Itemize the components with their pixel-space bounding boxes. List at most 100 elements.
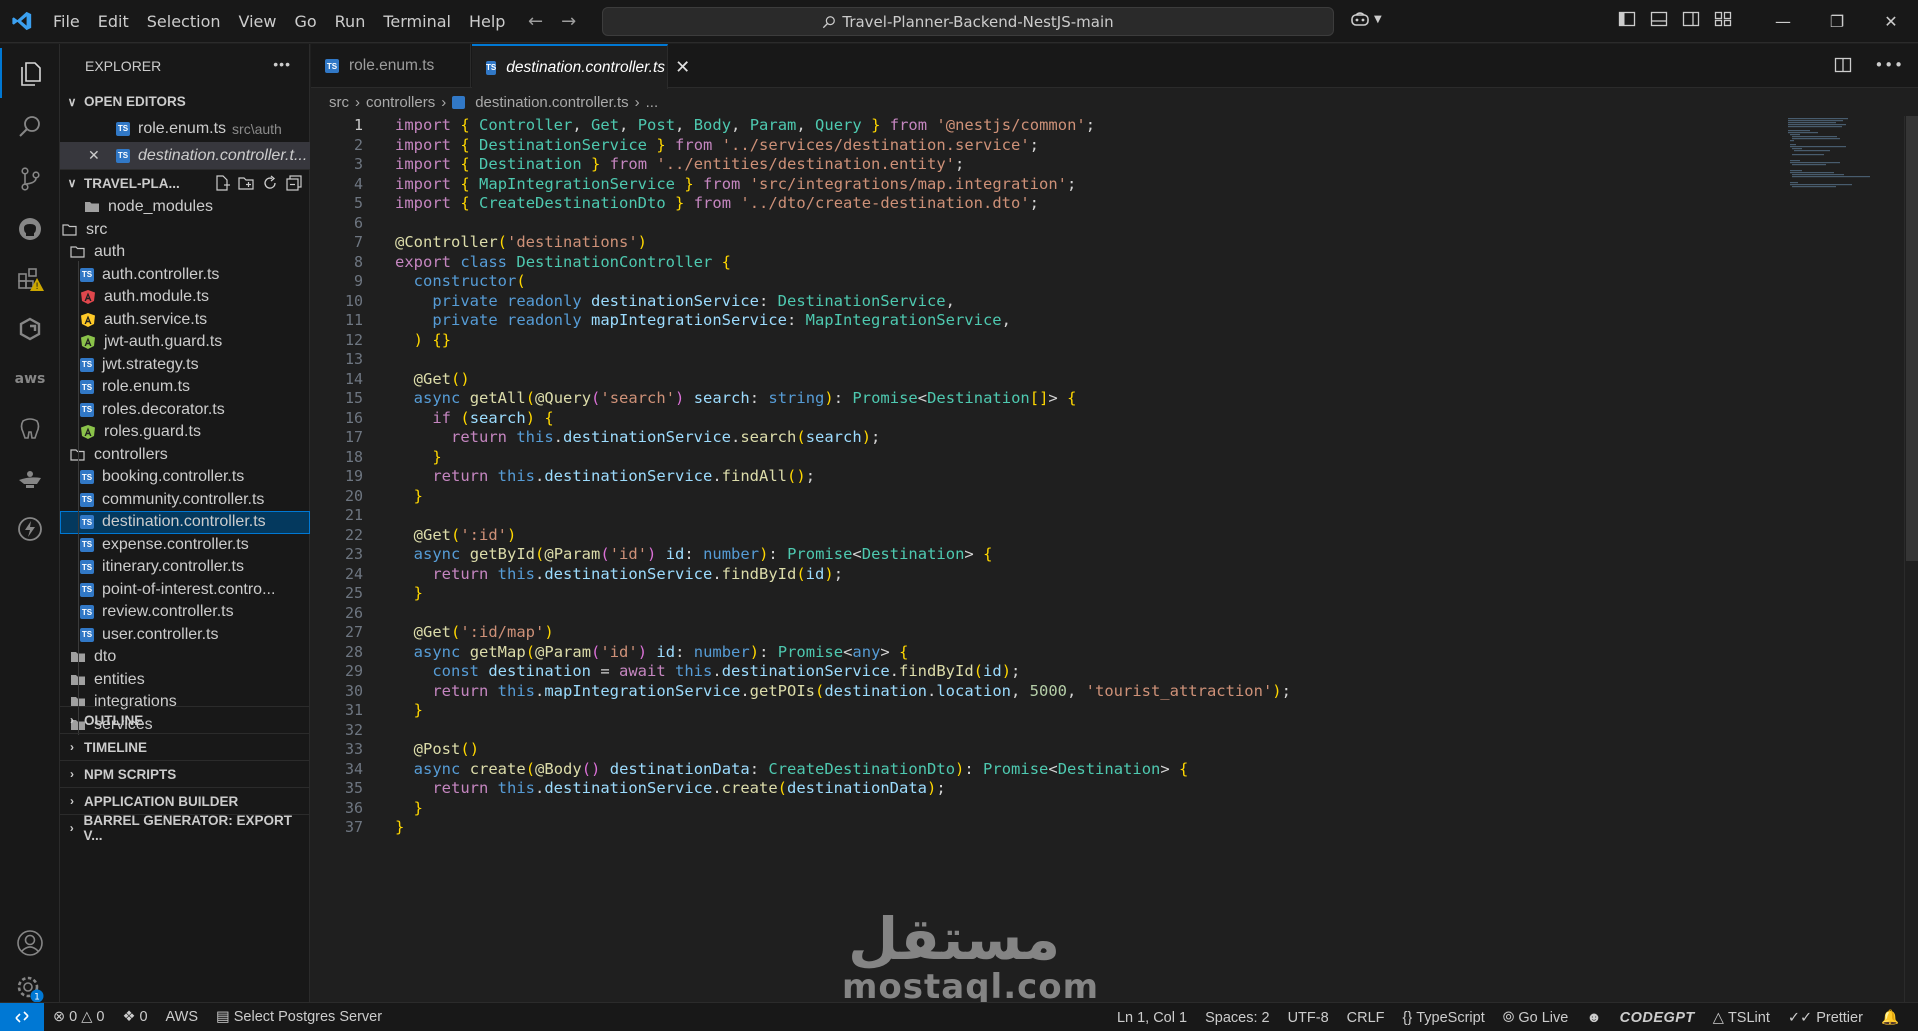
gitkraken-activity[interactable] <box>0 304 60 354</box>
encoding-status[interactable]: UTF-8 <box>1279 1010 1338 1026</box>
tree-file[interactable]: TS role.enum.ts <box>60 376 310 399</box>
tree-file[interactable]: TS booking.controller.ts <box>60 466 310 489</box>
close-icon[interactable]: ✕ <box>675 57 690 78</box>
tree-folder[interactable]: src <box>60 219 310 242</box>
search-activity[interactable] <box>0 102 60 152</box>
menu-run[interactable]: Run <box>326 0 375 43</box>
github-activity[interactable] <box>0 204 60 254</box>
thunder-client-activity[interactable] <box>0 504 60 554</box>
forward-arrow-icon[interactable]: → <box>561 11 576 32</box>
code-line[interactable]: import { Destination } from '../entities… <box>395 155 964 175</box>
tab-destination-controller[interactable]: TS destination.controller.ts ✕ <box>472 44 690 89</box>
command-center-search[interactable]: Travel-Planner-Backend-NestJS-main <box>602 7 1334 36</box>
eol-status[interactable]: CRLF <box>1338 1010 1394 1026</box>
back-arrow-icon[interactable]: ← <box>528 11 543 32</box>
npm-scripts-section[interactable]: › NPM SCRIPTS <box>60 760 310 787</box>
application-builder-section[interactable]: › APPLICATION BUILDER <box>60 787 310 814</box>
code-line[interactable]: const destination = await this.destinati… <box>395 662 1020 682</box>
scrollbar-thumb[interactable] <box>1906 116 1918 561</box>
code-line[interactable]: return this.destinationService.search(se… <box>395 428 880 448</box>
split-editor-icon[interactable] <box>1834 56 1852 74</box>
code-editor[interactable]: 1 2 3 4 5 6 7 8 9 10 11 12 13 14 15 16 17 18 19 20 21 22 23 24 2… <box>311 116 1918 1002</box>
indentation-status[interactable]: Spaces: 2 <box>1196 1010 1279 1026</box>
breadcrumb-file[interactable]: destination.controller.ts <box>475 94 628 111</box>
tree-file[interactable]: TS community.controller.ts <box>60 489 310 512</box>
tree-file[interactable]: TS expense.controller.ts <box>60 534 310 557</box>
close-window-button[interactable]: ✕ <box>1864 0 1918 43</box>
tree-file[interactable]: TS review.controller.ts <box>60 601 310 624</box>
menu-help[interactable]: Help <box>460 0 514 43</box>
customize-layout-icon[interactable] <box>1714 10 1732 28</box>
tree-file[interactable]: jwt-auth.guard.ts <box>60 331 310 354</box>
tree-file[interactable]: TS itinerary.controller.ts <box>60 556 310 579</box>
new-folder-icon[interactable] <box>238 175 254 191</box>
code-line[interactable]: } <box>395 584 423 604</box>
close-icon[interactable]: ✕ <box>88 147 108 164</box>
open-editors-header[interactable]: ∨ OPEN EDITORS <box>60 88 310 115</box>
language-status[interactable]: {} TypeScript <box>1394 1010 1494 1026</box>
timeline-section[interactable]: › TIMELINE <box>60 733 310 760</box>
tree-file[interactable]: TS point-of-interest.contro... <box>60 579 310 602</box>
notifications-status[interactable]: 🔔 <box>1872 1009 1908 1026</box>
code-line[interactable]: @Post() <box>395 740 479 760</box>
code-line[interactable]: } <box>395 818 404 838</box>
postgres-status[interactable]: ▤ Select Postgres Server <box>207 1009 391 1025</box>
menu-file[interactable]: File <box>44 0 89 43</box>
code-line[interactable]: @Controller('destinations') <box>395 233 647 253</box>
menu-selection[interactable]: Selection <box>138 0 230 43</box>
code-line[interactable]: } <box>395 487 423 507</box>
breadcrumb-symbols[interactable]: ... <box>646 94 659 111</box>
code-line[interactable]: import { Controller, Get, Post, Body, Pa… <box>395 116 1095 136</box>
minimize-button[interactable]: — <box>1756 0 1810 43</box>
refresh-icon[interactable] <box>262 175 278 191</box>
tree-folder[interactable]: dto <box>60 646 310 669</box>
tree-file[interactable]: TS auth.controller.ts <box>60 264 310 287</box>
tab-role-enum[interactable]: TS role.enum.ts <box>311 44 471 88</box>
code-line[interactable]: import { CreateDestinationDto } from '..… <box>395 194 1039 214</box>
tree-folder[interactable]: controllers <box>60 444 310 467</box>
extensions-activity[interactable]: ! <box>0 254 60 304</box>
new-file-icon[interactable] <box>214 175 230 191</box>
restore-button[interactable]: ❐ <box>1810 0 1864 43</box>
code-line[interactable]: import { DestinationService } from '../s… <box>395 136 1039 156</box>
deploy-activity[interactable] <box>0 454 60 504</box>
tslint-status[interactable]: △ TSLint <box>1704 1010 1779 1026</box>
explorer-activity[interactable] <box>0 48 60 98</box>
remote-button[interactable] <box>0 1002 44 1031</box>
code-line[interactable]: private readonly mapIntegrationService: … <box>395 311 1011 331</box>
tree-folder[interactable]: node_modules <box>60 196 310 219</box>
code-line[interactable]: @Get(':id/map') <box>395 623 554 643</box>
barrel-generator-section[interactable]: › BARREL GENERATOR: EXPORT V... <box>60 813 310 843</box>
code-line[interactable]: return this.destinationService.findAll()… <box>395 467 815 487</box>
menu-edit[interactable]: Edit <box>89 0 138 43</box>
code-line[interactable]: return this.destinationService.findById(… <box>395 565 843 585</box>
code-line[interactable]: export class DestinationController { <box>395 253 731 273</box>
more-actions-icon[interactable]: ••• <box>273 56 291 72</box>
open-editor-item-active[interactable]: ✕ TS destination.controller.t... <box>60 142 310 169</box>
tree-file[interactable]: roles.guard.ts <box>60 421 310 444</box>
tree-file[interactable]: TS destination.controller.ts <box>60 511 310 534</box>
copilot-status[interactable]: ☻ <box>1577 1010 1610 1026</box>
breadcrumb-src[interactable]: src <box>329 94 349 111</box>
menu-view[interactable]: View <box>230 0 286 43</box>
cursor-position-status[interactable]: Ln 1, Col 1 <box>1108 1010 1196 1026</box>
code-line[interactable]: async getById(@Param('id') id: number): … <box>395 545 993 565</box>
code-line[interactable]: ) {} <box>395 331 451 351</box>
code-line[interactable]: if (search) { <box>395 409 553 429</box>
copilot-button[interactable]: ▼ <box>1350 10 1382 28</box>
code-line[interactable]: } <box>395 701 423 721</box>
toggle-panel-icon[interactable] <box>1650 10 1668 28</box>
tree-file[interactable]: auth.service.ts <box>60 309 310 332</box>
code-line[interactable]: async getAll(@Query('search') search: st… <box>395 389 1077 409</box>
go-live-status[interactable]: ⦾ Go Live <box>1494 1010 1578 1026</box>
code-line[interactable]: @Get() <box>395 370 470 390</box>
code-line[interactable]: import { MapIntegrationService } from 's… <box>395 175 1076 195</box>
tree-file[interactable]: TS jwt.strategy.ts <box>60 354 310 377</box>
prettier-status[interactable]: ✓✓ Prettier <box>1779 1010 1872 1026</box>
code-line[interactable]: @Get(':id') <box>395 526 517 546</box>
postgres-activity[interactable] <box>0 404 60 454</box>
outline-section[interactable]: › OUTLINE <box>60 706 310 733</box>
menu-terminal[interactable]: Terminal <box>374 0 460 43</box>
more-actions-icon[interactable]: ••• <box>1874 56 1904 74</box>
code-line[interactable]: async getMap(@Param('id') id: number): P… <box>395 643 909 663</box>
